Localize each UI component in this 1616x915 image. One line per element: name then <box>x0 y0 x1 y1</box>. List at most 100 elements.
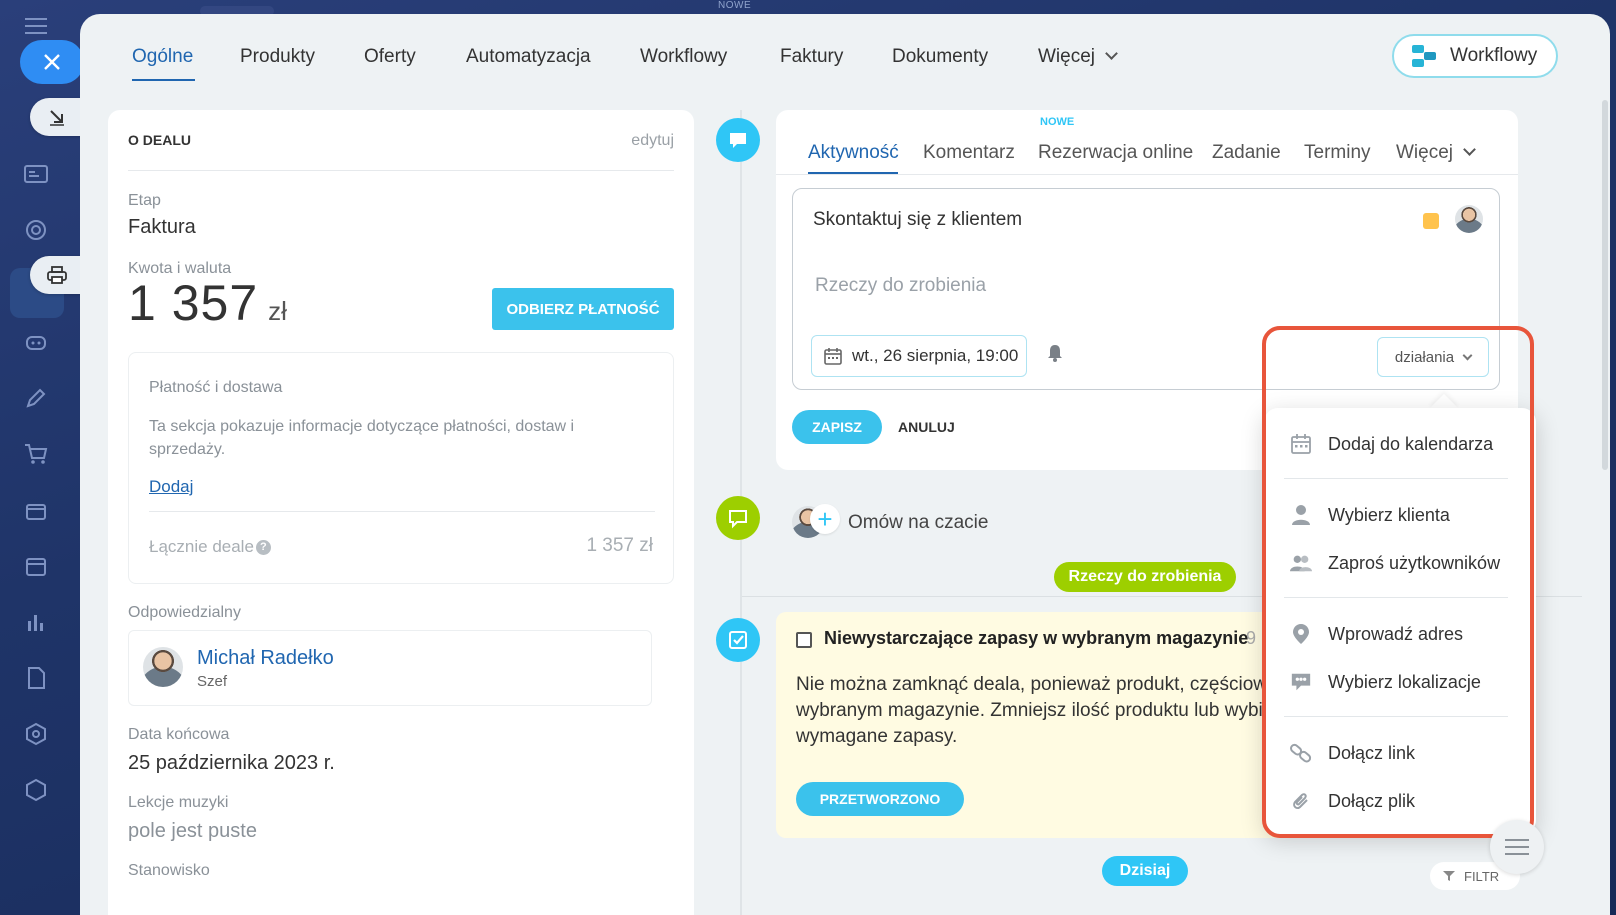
top-tabs: Ogólne Produkty Oferty Automatyzacja Wor… <box>80 14 1610 100</box>
date-value: wt., 26 sierpnia, 19:00 <box>852 346 1019 365</box>
close-icon <box>44 54 60 70</box>
end-date-value[interactable]: 25 października 2023 r. <box>128 752 335 775</box>
amount-value: 1 357 zł <box>128 274 287 332</box>
chevron-down-icon <box>1463 143 1476 156</box>
payment-add-link[interactable]: Dodaj <box>149 477 193 497</box>
tab-more-label: Więcej <box>1038 46 1096 67</box>
tab-general[interactable]: Ogólne <box>132 46 193 68</box>
today-section-pill: Dzisiaj <box>1102 856 1188 886</box>
store-icon[interactable] <box>22 496 50 524</box>
responsible-name[interactable]: Michał Radełko <box>197 647 334 670</box>
chat-label: Omów na czacie <box>848 512 989 533</box>
workflow-button-label: Workflowy <box>1450 45 1538 66</box>
task-number: 9 <box>1246 628 1257 648</box>
tab-online-booking[interactable]: Rezerwacja online <box>1038 142 1193 164</box>
list-icon <box>1505 839 1529 855</box>
task-dot <box>716 618 760 662</box>
cancel-button[interactable]: ANULUJ <box>898 419 955 435</box>
collect-payment-button[interactable]: ODBIERZ PŁATNOŚĆ <box>492 288 674 330</box>
add-participant-button[interactable]: + <box>810 504 840 534</box>
compose-title[interactable]: Skontaktuj się z klientem <box>813 209 1022 231</box>
tab-offers[interactable]: Oferty <box>364 46 416 68</box>
total-deals-text: Łącznie deale <box>149 537 254 556</box>
total-deals-label: Łącznie deale? <box>149 537 271 557</box>
tab-task[interactable]: Zadanie <box>1212 142 1281 164</box>
menu-icon[interactable] <box>22 12 50 40</box>
new-badge: NOWE <box>1040 116 1075 128</box>
processed-button[interactable]: PRZETWORZONO <box>796 782 964 816</box>
robot-icon[interactable] <box>22 328 50 356</box>
tab-deadlines[interactable]: Terminy <box>1304 142 1371 164</box>
workflow-button[interactable]: Workflowy <box>1392 34 1558 78</box>
checkbox-icon <box>729 631 747 649</box>
task-title[interactable]: Niewystarczające zapasy w wybranym magaz… <box>824 628 1248 649</box>
divider <box>128 170 674 171</box>
avatar <box>143 647 183 687</box>
top-new-label: NOWE <box>718 0 752 11</box>
music-label: Lekcje muzyki <box>128 794 229 811</box>
calendar-grid-icon[interactable] <box>22 552 50 580</box>
settings-icon[interactable] <box>22 720 50 748</box>
avatar[interactable] <box>1455 205 1483 233</box>
chat-bubble-icon <box>729 510 747 529</box>
total-deals-value: 1 357 zł <box>586 535 653 556</box>
divider <box>149 511 655 512</box>
activity-dot <box>716 118 760 162</box>
cart-icon[interactable] <box>22 440 50 468</box>
printer-icon <box>47 266 67 284</box>
todo-section-pill: Rzeczy do zrobienia <box>1054 562 1236 592</box>
help-icon[interactable]: ? <box>255 540 271 556</box>
payment-delivery-box: Płatność i dostawa Ta sekcja pokazuje in… <box>128 352 674 584</box>
responsible-box[interactable]: Michał Radełko Szef <box>128 630 652 706</box>
tab-comment[interactable]: Komentarz <box>923 142 1015 164</box>
color-marker[interactable] <box>1423 213 1439 229</box>
divider <box>776 174 1518 175</box>
music-value[interactable]: pole jest puste <box>128 820 257 843</box>
pen-icon[interactable] <box>22 384 50 412</box>
chat-bubble-icon <box>730 133 746 148</box>
menu-fab-button[interactable] <box>1490 820 1544 874</box>
compose-placeholder[interactable]: Rzeczy do zrobienia <box>815 275 986 297</box>
tab-more[interactable]: Więcej <box>1038 46 1118 68</box>
scrollbar[interactable] <box>1602 100 1608 470</box>
deal-info-card: O DEALU edytuj Etap Faktura Kwota i walu… <box>108 110 694 915</box>
amount-currency: zł <box>268 296 287 326</box>
calendar-icon <box>824 348 842 365</box>
filter-label: FILTR <box>1464 868 1500 884</box>
tab-activity-more[interactable]: Więcej <box>1396 142 1476 164</box>
target-icon[interactable] <box>22 216 50 244</box>
highlight-frame <box>1262 326 1534 838</box>
edit-link[interactable]: edytuj <box>631 132 674 150</box>
document-icon[interactable] <box>22 664 50 692</box>
end-date-label: Data końcowa <box>128 726 230 743</box>
save-button[interactable]: ZAPISZ <box>792 410 882 444</box>
stage-value[interactable]: Faktura <box>128 216 196 239</box>
position-label: Stanowisko <box>128 862 210 879</box>
filter-icon <box>1443 871 1455 881</box>
tab-products[interactable]: Produkty <box>240 46 315 68</box>
collapse-button[interactable] <box>30 98 84 136</box>
activity-more-label: Więcej <box>1396 142 1454 163</box>
date-picker-button[interactable]: wt., 26 sierpnia, 19:00 <box>811 335 1027 377</box>
left-rail <box>0 0 80 915</box>
download-icon <box>50 110 64 126</box>
deal-header: O DEALU <box>128 132 191 148</box>
bell-icon[interactable] <box>1045 343 1065 363</box>
print-button[interactable] <box>30 256 84 294</box>
amount-number: 1 357 <box>128 275 259 331</box>
chevron-down-icon <box>1105 47 1118 60</box>
contact-card-icon[interactable] <box>22 160 50 188</box>
chat-dot <box>716 496 760 540</box>
tab-invoices[interactable]: Faktury <box>780 46 843 68</box>
chart-icon[interactable] <box>22 608 50 636</box>
stage-label: Etap <box>128 192 161 209</box>
tab-automation[interactable]: Automatyzacja <box>466 46 591 68</box>
task-checkbox[interactable] <box>796 632 812 648</box>
box-icon[interactable] <box>22 776 50 804</box>
tab-activity[interactable]: Aktywność <box>808 142 899 164</box>
workflow-icon <box>1412 45 1436 67</box>
tab-workflows[interactable]: Workflowy <box>640 46 727 68</box>
close-button[interactable] <box>20 40 84 84</box>
tab-documents[interactable]: Dokumenty <box>892 46 988 68</box>
payment-description: Ta sekcja pokazuje informacje dotyczące … <box>149 418 575 458</box>
